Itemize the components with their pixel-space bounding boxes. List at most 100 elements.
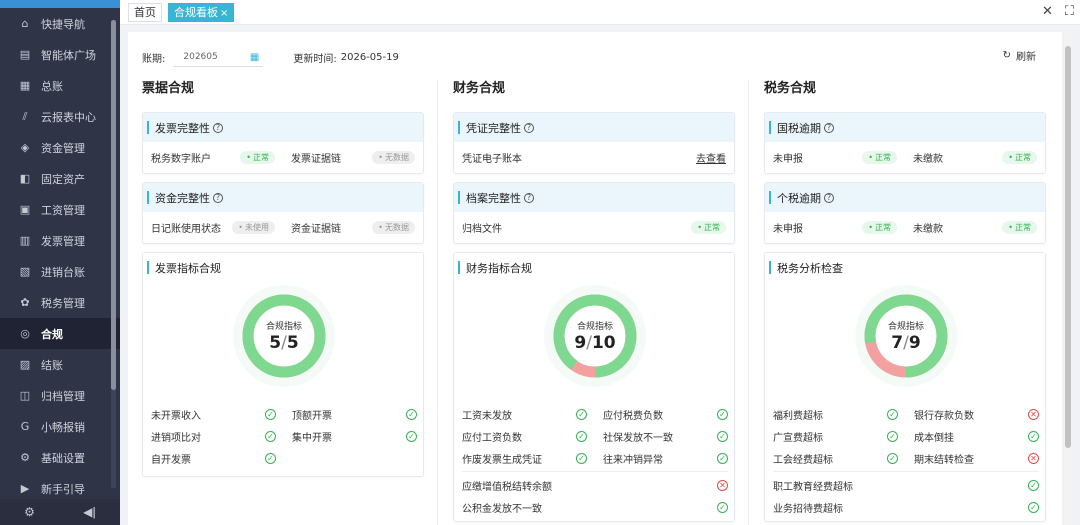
salary-icon: ▣ — [19, 203, 31, 216]
chart-icon: ⫽ — [22, 109, 28, 123]
reimburse-icon: G — [20, 420, 30, 433]
compliance-donut: 合规指标 7/9 — [853, 283, 959, 389]
sidebar-item[interactable]: ⌂ 快捷导航 — [0, 8, 120, 39]
column-divider — [748, 80, 749, 525]
donut-center: 合规指标 9/10 — [542, 283, 648, 389]
check-label: 职工教育经费超标 — [773, 481, 853, 493]
sidebar-item[interactable]: ▥ 发票管理 — [0, 225, 120, 256]
sidebar-item[interactable]: ◫ 归档管理 — [0, 380, 120, 411]
tab-home[interactable]: 首页 — [128, 2, 162, 22]
help-icon[interactable]: ? — [213, 192, 223, 203]
check-item: 集中开票 ✓ — [284, 429, 425, 444]
help-icon[interactable]: ? — [824, 192, 834, 203]
column-divider — [437, 80, 438, 525]
sidebar-item[interactable]: ▤ 智能体广场 — [0, 39, 120, 70]
check-item: 进销项比对 ✓ — [143, 429, 284, 444]
check-circle-icon: ✓ — [265, 430, 276, 442]
refresh-button[interactable]: ↻ 刷新 — [1003, 48, 1036, 63]
item-label: 凭证电子账本 — [462, 154, 522, 165]
check-circle-icon: ✓ — [406, 408, 417, 420]
column-title: 财务合规 — [453, 81, 506, 96]
check-label: 进销项比对 — [151, 432, 201, 444]
check-label: 自开发票 — [151, 454, 191, 466]
tab-compliance-board[interactable]: 合规看板 × — [168, 2, 235, 22]
invoice-indicator-card: 发票指标合规 合规指标 5/5 未开票收入 ✓ 顶额开票 ✓ 进销项比对 ✓ 集中开票 ✓ 自开发… — [142, 252, 424, 477]
check-circle-icon: ✓ — [717, 501, 728, 513]
donut-center: 合规指标 7/9 — [853, 283, 959, 389]
donut-value: 7/9 — [891, 333, 920, 353]
sidebar-item-label: 快捷导航 — [41, 17, 85, 31]
fullscreen-icon[interactable]: ⛶ — [1065, 4, 1074, 19]
card-title: 税务分析检查 — [777, 261, 843, 275]
check-item: 社保发放不一致 ✓ — [595, 429, 736, 444]
collapse-sidebar-icon[interactable]: ◀ǀ — [83, 505, 96, 519]
sidebar-item[interactable]: ⫽ 云报表中心 — [0, 101, 120, 132]
sidebar-scrollbar[interactable] — [111, 20, 116, 488]
check-circle-icon: ✓ — [576, 430, 587, 442]
check-item: 应付税费负数 ✓ — [595, 407, 736, 422]
close-book-icon: ▨ — [19, 358, 31, 371]
sidebar-item-label: 工资管理 — [41, 203, 85, 217]
sidebar-item[interactable]: ▣ 工资管理 — [0, 194, 120, 225]
help-icon[interactable]: ? — [524, 122, 534, 133]
check-item: 工资未发放 ✓ — [454, 407, 595, 422]
close-all-icon[interactable]: ✕ — [1042, 4, 1053, 19]
period-input[interactable]: 202605 ▦ — [173, 48, 264, 67]
sidebar-scroll-thumb[interactable] — [111, 20, 116, 390]
error-circle-icon: ✕ — [1028, 452, 1039, 464]
settings-gear-icon[interactable]: ⚙ — [24, 505, 35, 519]
error-circle-icon: ✕ — [1028, 408, 1039, 420]
check-item: 应付工资负数 ✓ — [454, 429, 595, 444]
check-item: 公积金发放不一致 ✓ — [454, 500, 736, 515]
view-link[interactable]: 去查看 — [696, 150, 726, 165]
ledger-icon: ▦ — [19, 79, 31, 92]
check-label: 银行存款负数 — [914, 410, 974, 422]
check-label: 集中开票 — [292, 432, 332, 444]
card-title: 档案完整性 — [466, 191, 521, 205]
card-header: 档案完整性? — [454, 183, 734, 212]
item-label: 税务数字账户 — [151, 154, 211, 165]
card-header: 财务指标合规 — [454, 253, 734, 282]
update-time-label: 更新时间: — [293, 54, 337, 65]
sidebar-item-label: 智能体广场 — [41, 48, 96, 62]
main-scrollbar[interactable] — [1064, 32, 1072, 525]
help-icon[interactable]: ? — [524, 192, 534, 203]
invoice-compliance-column: 票据合规 发票完整性? 税务数字账户正常 发票证据链无数据 资金完整性? 日记账… — [142, 77, 424, 517]
sidebar-item[interactable]: ▨ 结账 — [0, 349, 120, 380]
passed-count: 9 — [574, 333, 587, 353]
calendar-icon[interactable]: ▦ — [250, 52, 259, 63]
sidebar-item-label: 结账 — [41, 358, 63, 372]
sidebar-item[interactable]: ◧ 固定资产 — [0, 163, 120, 194]
main-scroll-thumb[interactable] — [1065, 46, 1071, 448]
status-badge: 正常 — [691, 221, 726, 234]
sidebar-item[interactable]: ◈ 资金管理 — [0, 132, 120, 163]
check-item: 职工教育经费超标 ✓ — [765, 478, 1047, 493]
card-title: 凭证完整性 — [466, 121, 521, 135]
sidebar-item[interactable]: ◎ 合规 — [0, 318, 120, 349]
help-icon[interactable]: ? — [824, 122, 834, 133]
check-list: 未开票收入 ✓ 顶额开票 ✓ 进销项比对 ✓ 集中开票 ✓ 自开发票 ✓ — [143, 403, 425, 469]
personal-tax-overdue-card: 个税逾期? 未申报 正常 未缴款 正常 — [764, 182, 1046, 244]
donut-label: 合规指标 — [887, 322, 924, 332]
help-icon[interactable]: ? — [213, 122, 223, 133]
total-count: 10 — [591, 333, 616, 353]
sidebar-item-label: 发票管理 — [41, 234, 85, 248]
check-circle-icon: ✓ — [887, 452, 898, 464]
donut-label: 合规指标 — [576, 322, 613, 332]
item-label: 未缴款 — [913, 154, 943, 165]
status-badge: 无数据 — [372, 151, 415, 164]
divider — [462, 471, 728, 472]
sidebar-item[interactable]: G 小畅报销 — [0, 411, 120, 442]
donut-label: 合规指标 — [265, 322, 302, 332]
check-label: 工资未发放 — [462, 410, 512, 422]
money-icon: ◈ — [20, 141, 30, 154]
card-title: 国税逾期 — [777, 121, 821, 135]
sidebar-item[interactable]: ▦ 总账 — [0, 70, 120, 101]
sidebar-item-label: 小畅报销 — [41, 420, 85, 434]
sidebar-item[interactable]: ▧ 进销台账 — [0, 256, 120, 287]
check-label: 工会经费超标 — [773, 454, 833, 466]
asset-icon: ◧ — [19, 172, 31, 185]
sidebar-item[interactable]: ⚙ 基础设置 — [0, 442, 120, 473]
close-icon[interactable]: × — [220, 8, 228, 19]
sidebar-item[interactable]: ✿ 税务管理 — [0, 287, 120, 318]
